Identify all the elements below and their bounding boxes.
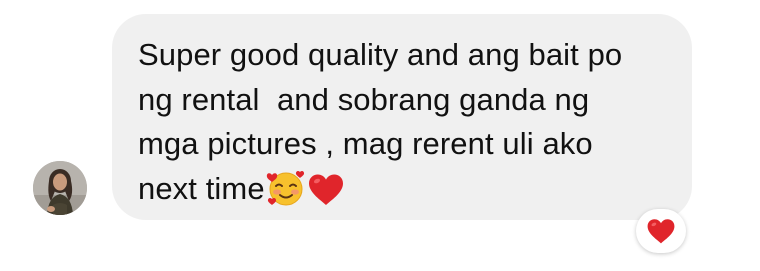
sender-avatar[interactable] bbox=[33, 161, 87, 215]
smiling-face-with-hearts-icon bbox=[266, 169, 306, 207]
profile-photo-avatar bbox=[33, 161, 87, 215]
message-line: mga pictures , mag rerent uli ako bbox=[138, 126, 593, 161]
message-line: next time bbox=[138, 170, 265, 206]
reaction-badge[interactable] bbox=[636, 209, 686, 253]
message-bubble[interactable]: Super good quality and ang bait po ng re… bbox=[112, 14, 692, 220]
message-line: ng rental and sobrang ganda ng bbox=[138, 81, 590, 117]
message-line: Super good quality and ang bait po bbox=[138, 37, 623, 72]
red-heart-icon bbox=[647, 218, 675, 243]
message-text: Super good quality and ang bait po ng re… bbox=[138, 33, 678, 211]
message-line-last: next time bbox=[138, 167, 678, 212]
red-heart-icon bbox=[307, 173, 345, 207]
